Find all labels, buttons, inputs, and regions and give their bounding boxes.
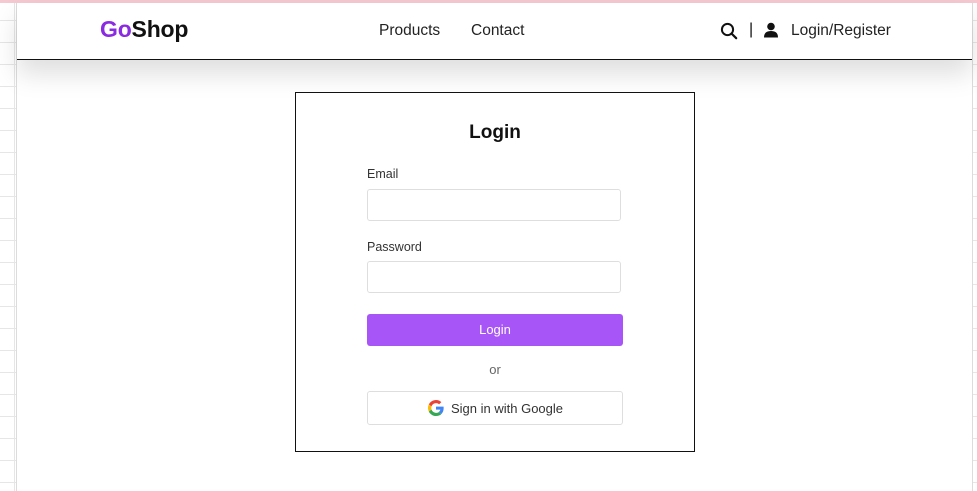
or-separator: or bbox=[489, 362, 501, 377]
email-label: Email bbox=[367, 167, 399, 181]
nav-link-contact[interactable]: Contact bbox=[471, 22, 524, 40]
logo-shop: Shop bbox=[131, 16, 189, 42]
email-field[interactable] bbox=[367, 189, 621, 221]
login-card: Login Email Password Login or Sign in wi… bbox=[295, 92, 695, 452]
page-frame: GoShop Products Contact | Login/Register… bbox=[16, 3, 973, 491]
navbar: GoShop Products Contact | Login/Register bbox=[17, 3, 972, 60]
brand-logo[interactable]: GoShop bbox=[100, 16, 188, 43]
password-field[interactable] bbox=[367, 261, 621, 293]
user-icon bbox=[764, 22, 778, 38]
password-label: Password bbox=[367, 240, 422, 254]
google-icon bbox=[428, 400, 444, 416]
login-button[interactable]: Login bbox=[367, 314, 623, 346]
nav-link-products[interactable]: Products bbox=[379, 22, 440, 40]
login-register-link[interactable]: Login/Register bbox=[791, 22, 891, 40]
login-title: Login bbox=[469, 122, 521, 143]
logo-go: Go bbox=[100, 16, 132, 42]
google-signin-button[interactable]: Sign in with Google bbox=[367, 391, 623, 425]
search-icon[interactable] bbox=[720, 22, 738, 40]
google-signin-label: Sign in with Google bbox=[451, 401, 564, 416]
nav-divider: | bbox=[749, 21, 754, 38]
